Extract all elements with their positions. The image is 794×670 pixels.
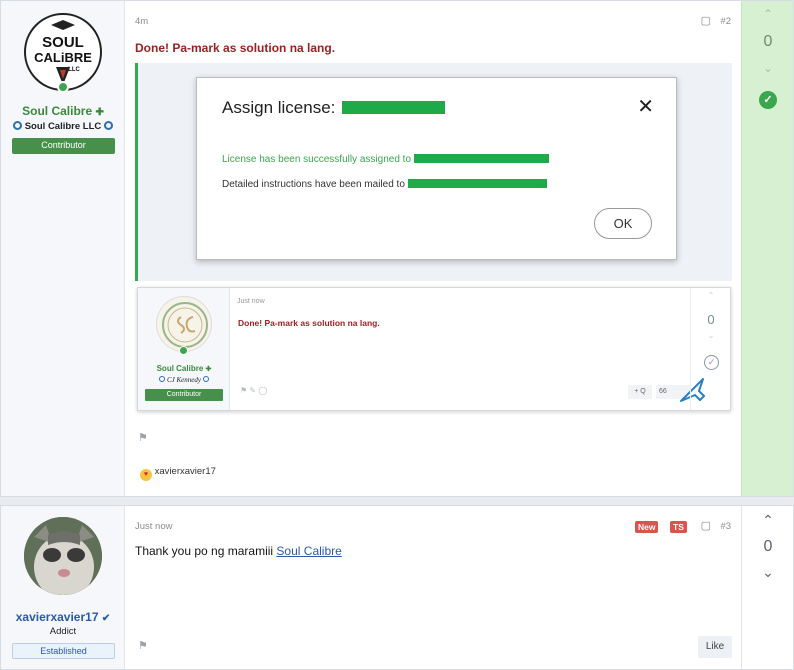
- username[interactable]: xavierxavier17 ✔: [1, 610, 125, 624]
- post-3-user-cell: xavierxavier17 ✔ Addict Established: [1, 506, 125, 669]
- redaction-bar: [407, 179, 547, 188]
- user-banner: Contributor: [12, 138, 115, 154]
- nested-time: Just now: [237, 298, 265, 305]
- success-text: License has been successfully assigned t…: [222, 154, 412, 165]
- upvote-icon[interactable]: ⌃: [742, 7, 794, 21]
- company-icon: [103, 121, 113, 130]
- post-2: SOUL CALiBRE LLC Soul Calibre ✚ Soul Cal…: [0, 0, 794, 497]
- monogram-logo: [162, 302, 208, 348]
- ok-button[interactable]: OK: [594, 208, 652, 239]
- nested-avatar: [156, 296, 212, 352]
- nested-company-text: CJ Kennedy: [166, 376, 201, 384]
- online-indicator-icon: [179, 346, 188, 355]
- dialog-title-text: Assign license:: [222, 98, 336, 117]
- embedded-screenshot[interactable]: Assign license: ✕ License has been succe…: [135, 63, 732, 281]
- user-check-icon: ✔: [101, 613, 111, 624]
- solution-check-icon[interactable]: ✓: [759, 91, 777, 109]
- username-text: xavierxavier17: [15, 610, 99, 624]
- user-add-icon: ✚: [205, 366, 212, 373]
- company-name: Soul Calibre LLC: [24, 121, 102, 132]
- company-icon: [159, 376, 166, 382]
- nested-quote-button: + Q: [628, 385, 652, 399]
- nested-solution-icon: ✓: [704, 355, 719, 370]
- nested-message: Done! Pa-mark as solution na lang.: [238, 318, 380, 328]
- redaction-bar: [413, 154, 549, 163]
- nested-flag-icon: ⚑ ✎ ◯: [240, 386, 268, 395]
- user-banner: Established: [12, 643, 115, 659]
- nested-downvote-icon: ⌄: [707, 331, 715, 340]
- license-dialog: Assign license: ✕ License has been succe…: [196, 77, 677, 260]
- post-2-content: 4m ▢ #2 Done! Pa-mark as solution na lan…: [125, 1, 741, 496]
- nested-username-text: Soul Calibre: [156, 364, 204, 373]
- dialog-title: Assign license:: [222, 98, 446, 118]
- heart-eyes-emoji-icon: ♥: [140, 469, 152, 481]
- ts-badge: TS: [670, 521, 687, 533]
- avatar[interactable]: [24, 517, 102, 595]
- post-2-user-cell: SOUL CALiBRE LLC Soul Calibre ✚ Soul Cal…: [1, 1, 125, 496]
- nested-username: Soul Calibre ✚: [138, 364, 230, 373]
- vote-count: 0: [763, 33, 773, 50]
- post-3-content: Just now New TS ▢ #3 Thank you po ng mar…: [125, 506, 741, 669]
- logo-text-3: LLC: [68, 67, 80, 73]
- close-icon[interactable]: ✕: [637, 94, 654, 119]
- company-line: Soul Calibre LLC: [1, 121, 125, 132]
- nested-upvote-icon: ⌃: [707, 291, 715, 300]
- nested-banner: Contributor: [145, 389, 223, 401]
- post-message: Done! Pa-mark as solution na lang.: [135, 41, 336, 55]
- post-3-vote-col: ⌃ 0 ⌄: [741, 506, 793, 669]
- user-mention-link[interactable]: Soul Calibre: [276, 544, 341, 558]
- nested-user-cell: Soul Calibre ✚ CJ Kennedy Contributor: [138, 288, 230, 410]
- post-message: Thank you po ng maramiii Soul Calibre: [135, 544, 342, 558]
- reaction-username[interactable]: xavierxavier17: [155, 466, 216, 477]
- soul-calibre-logo: SOUL CALiBRE LLC: [27, 16, 99, 88]
- user-title: Addict: [49, 626, 77, 637]
- redaction-bar: [342, 101, 446, 114]
- company-icon: [13, 121, 23, 130]
- username[interactable]: Soul Calibre ✚: [1, 104, 125, 118]
- like-button[interactable]: Like: [698, 636, 732, 658]
- post-time[interactable]: Just now: [135, 521, 173, 532]
- post-number[interactable]: #2: [720, 16, 731, 27]
- downvote-icon[interactable]: ⌄: [742, 61, 794, 75]
- user-add-icon: ✚: [95, 107, 104, 118]
- logo-text-2: CALiBRE: [34, 50, 92, 65]
- username-text: Soul Calibre: [22, 104, 93, 118]
- nested-vote-count: 0: [707, 312, 715, 327]
- report-flag-icon[interactable]: ⚑: [138, 639, 148, 652]
- downvote-icon[interactable]: ⌄: [742, 564, 794, 581]
- bookmark-icon[interactable]: ▢: [701, 14, 711, 27]
- mailed-line: Detailed instructions have been mailed t…: [222, 179, 547, 190]
- post-3: xavierxavier17 ✔ Addict Established Just…: [0, 505, 794, 670]
- nested-vote-col: ⌃ 0 ⌄ ✓: [690, 288, 730, 410]
- report-flag-icon[interactable]: ⚑: [138, 431, 148, 444]
- nested-post-screenshot[interactable]: Soul Calibre ✚ CJ Kennedy Contributor Ju…: [137, 287, 731, 411]
- logo-text-1: SOUL: [42, 34, 84, 51]
- avatar[interactable]: SOUL CALiBRE LLC: [24, 13, 102, 91]
- post-2-vote-col: ⌃ 0 ⌄ ✓: [741, 1, 793, 496]
- online-indicator-icon: [57, 81, 69, 93]
- success-line: License has been successfully assigned t…: [222, 154, 549, 165]
- new-badge: New: [635, 521, 659, 533]
- cat-avatar-image: [24, 517, 102, 595]
- mailed-text: Detailed instructions have been mailed t…: [222, 179, 405, 190]
- reactions-bar[interactable]: ♥ xavierxavier17: [140, 466, 216, 481]
- nested-company: CJ Kennedy: [138, 376, 230, 384]
- post-number[interactable]: #3: [720, 521, 731, 532]
- post-time[interactable]: 4m: [135, 16, 148, 27]
- bookmark-icon[interactable]: ▢: [701, 519, 711, 532]
- upvote-icon[interactable]: ⌃: [742, 512, 794, 529]
- company-icon: [202, 376, 209, 382]
- message-text: Thank you po ng maramiii: [135, 544, 274, 558]
- vote-count: 0: [763, 538, 773, 555]
